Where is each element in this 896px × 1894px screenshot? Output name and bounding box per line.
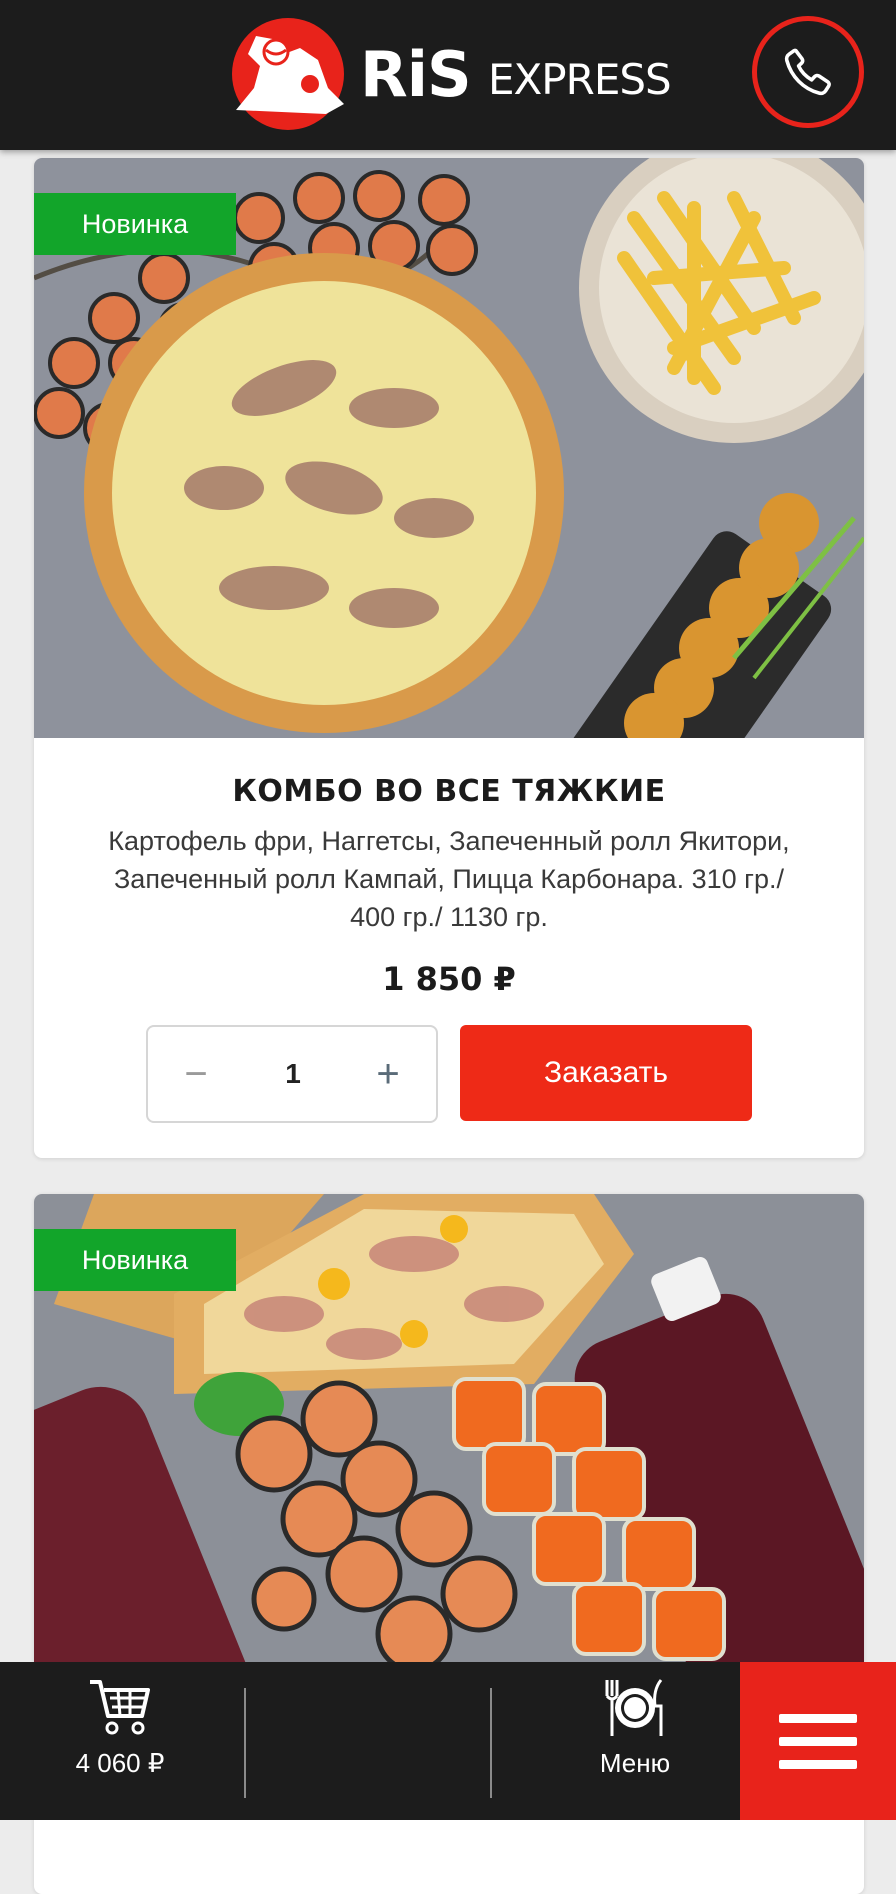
hamburger-icon-line xyxy=(779,1736,857,1746)
hamburger-icon-line xyxy=(779,1759,857,1769)
product-description: Картофель фри, Наггетсы, Запеченный ролл… xyxy=(108,826,790,932)
quantity-value[interactable]: 1 xyxy=(248,1027,338,1121)
logo-mascot-icon xyxy=(232,18,344,130)
decrease-quantity-button[interactable]: − xyxy=(156,1027,236,1121)
quantity-stepper: − 1 + xyxy=(146,1025,438,1123)
logo-sub-text: EXPRESS xyxy=(488,55,672,104)
order-button[interactable]: Заказать xyxy=(460,1025,752,1121)
cart-icon xyxy=(90,1680,150,1735)
bottom-navigation: 4 060 ₽ Меню xyxy=(0,1662,896,1820)
new-badge: Новинка xyxy=(34,193,236,255)
ris-express-logo[interactable]: RiS EXPRESS xyxy=(226,14,686,134)
product-title[interactable]: КОМБО ВО ВСЕ ТЯЖКИЕ xyxy=(34,774,864,809)
hamburger-icon-line xyxy=(779,1713,857,1723)
divider xyxy=(490,1688,492,1798)
divider xyxy=(244,1688,246,1798)
hamburger-menu-button[interactable] xyxy=(740,1662,896,1820)
increase-quantity-button[interactable]: + xyxy=(348,1027,428,1121)
product-price: 1 850 ₽ xyxy=(382,960,516,998)
cart-total: 4 060 ₽ xyxy=(75,1748,165,1778)
logo-brand-text: RiS xyxy=(360,38,472,111)
menu-label: Меню xyxy=(599,1748,671,1778)
product-card: Новинка КОМБО ВО ВСЕ ТЯЖКИЕ Картофель фр… xyxy=(34,158,864,1158)
call-button[interactable] xyxy=(752,16,864,128)
plate-cutlery-icon xyxy=(605,1679,663,1736)
new-badge: Новинка xyxy=(34,1229,236,1291)
cart-button[interactable]: 4 060 ₽ xyxy=(40,1676,200,1806)
app-header: RiS EXPRESS xyxy=(0,0,896,150)
menu-button[interactable]: Меню xyxy=(560,1676,710,1806)
phone-icon xyxy=(784,48,831,96)
